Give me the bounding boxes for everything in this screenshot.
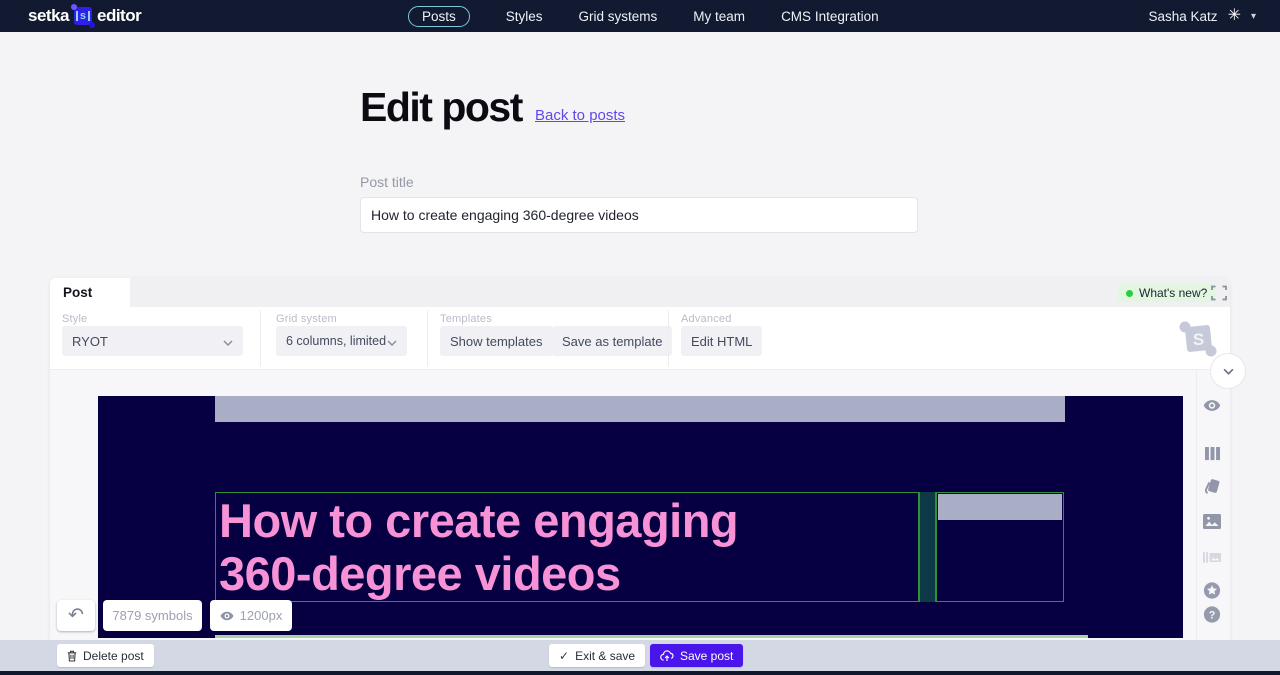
green-dot-icon: [1126, 290, 1133, 297]
gear-icon[interactable]: ✳: [1228, 8, 1241, 24]
exit-and-save-label: Exit & save: [575, 649, 635, 663]
whats-new-label: What's new?: [1139, 286, 1207, 300]
exit-and-save-button[interactable]: ✓ Exit & save: [549, 644, 645, 667]
toolbar-divider: [260, 310, 261, 366]
editor-panel: Post What's new? Style RYOT Grid system …: [50, 278, 1230, 640]
nav-item-my-team[interactable]: My team: [693, 9, 745, 24]
footer-bar: Delete post ✓ Exit & save Save post: [0, 640, 1280, 671]
chevron-down-icon: [387, 334, 397, 349]
columns-grid-icon[interactable]: [1203, 444, 1221, 462]
fullscreen-icon[interactable]: [1211, 285, 1227, 301]
style-dropdown-value: RYOT: [72, 334, 108, 349]
toolbar-divider: [668, 310, 669, 366]
sidebar-divider: [1196, 370, 1197, 640]
chevron-down-icon[interactable]: ▾: [1251, 11, 1256, 22]
grid-section-label: Grid system: [276, 313, 337, 325]
toolbar-divider: [427, 310, 428, 366]
svg-text:?: ?: [1209, 609, 1216, 621]
canvas-column-gutter[interactable]: [919, 492, 936, 602]
tab-post[interactable]: Post: [50, 278, 130, 307]
logo-letter: s: [80, 11, 86, 22]
setka-editor-logo[interactable]: setka s editor: [28, 0, 141, 32]
main-nav: Posts Styles Grid systems My team CMS In…: [408, 0, 879, 32]
editor-workspace: How to create engaging 360-degree videos…: [50, 370, 1230, 640]
undo-icon: ↶: [68, 604, 84, 627]
style-section-label: Style: [62, 313, 87, 325]
delete-post-button[interactable]: Delete post: [57, 644, 154, 667]
symbols-count-badge: 7879 symbols: [103, 600, 202, 631]
canvas-side-block[interactable]: [936, 492, 1064, 602]
nav-item-cms-integration[interactable]: CMS Integration: [781, 9, 879, 24]
viewport-width-badge: 1200px: [210, 600, 292, 631]
canvas-side-placeholder-bar[interactable]: [938, 494, 1062, 520]
star-icon[interactable]: [1203, 581, 1221, 599]
viewport-width-text: 1200px: [240, 608, 283, 623]
grid-system-value: 6 columns, limited: [286, 334, 386, 348]
help-icon[interactable]: ?: [1203, 605, 1221, 623]
collapse-toolbar-button[interactable]: [1210, 353, 1246, 389]
eye-icon: [220, 611, 234, 621]
style-dropdown[interactable]: RYOT: [62, 326, 243, 356]
logo-bar-left: [76, 11, 78, 21]
canvas-heading-line1: How to create engaging: [216, 493, 918, 547]
save-post-label: Save post: [680, 649, 733, 663]
logo-dot-bottom: [89, 22, 95, 28]
top-nav-bar: setka s editor Posts Styles Grid systems…: [0, 0, 1280, 32]
color-swatches-icon[interactable]: [1203, 477, 1221, 495]
layout-image-icon[interactable]: [1203, 548, 1221, 566]
logo-dot-top: [71, 4, 77, 10]
trash-icon: [67, 650, 77, 662]
delete-post-label: Delete post: [83, 649, 144, 663]
upload-cloud-icon: [660, 650, 674, 662]
edit-html-button[interactable]: Edit HTML: [681, 326, 762, 356]
canvas-heading-block[interactable]: How to create engaging 360-degree videos: [215, 492, 919, 602]
post-title-label: Post title: [360, 174, 414, 190]
nav-item-posts[interactable]: Posts: [408, 6, 470, 27]
grid-system-dropdown[interactable]: 6 columns, limited: [276, 326, 407, 356]
setka-logo-icon: s: [74, 7, 92, 25]
svg-text:S: S: [1193, 330, 1204, 349]
logo-text-editor: editor: [97, 6, 141, 26]
setka-watermark-icon: S: [1178, 318, 1218, 358]
show-templates-button[interactable]: Show templates: [440, 326, 553, 356]
canvas-placeholder-bar[interactable]: [215, 396, 1065, 422]
user-menu[interactable]: Sasha Katz ✳ ▾: [1149, 0, 1256, 32]
preview-eye-icon[interactable]: [1203, 396, 1221, 414]
advanced-section-label: Advanced: [681, 313, 732, 325]
nav-item-grid-systems[interactable]: Grid systems: [579, 9, 658, 24]
check-icon: ✓: [559, 649, 569, 663]
whats-new-button[interactable]: What's new?: [1118, 284, 1215, 302]
chevron-down-icon: [223, 334, 233, 349]
post-title-input[interactable]: [360, 197, 918, 233]
app-root: setka s editor Posts Styles Grid systems…: [0, 0, 1280, 675]
logo-bar-right: [88, 11, 90, 21]
save-as-template-button[interactable]: Save as template: [552, 326, 672, 356]
panel-tab-strip: Post What's new?: [50, 278, 1230, 307]
user-name: Sasha Katz: [1149, 9, 1218, 24]
image-icon[interactable]: [1203, 512, 1221, 530]
page-title: Edit post: [360, 84, 522, 131]
canvas-heading-line2: 360-degree videos: [216, 547, 918, 600]
logo-text-setka: setka: [28, 6, 69, 26]
save-post-button[interactable]: Save post: [650, 644, 743, 667]
bottom-edge-strip: [0, 671, 1280, 675]
back-to-posts-link[interactable]: Back to posts: [535, 107, 625, 124]
symbols-count-text: 7879 symbols: [112, 608, 192, 623]
undo-button[interactable]: ↶: [57, 600, 95, 631]
templates-section-label: Templates: [440, 313, 492, 325]
canvas-bottom-guide: [215, 635, 1088, 638]
nav-item-styles[interactable]: Styles: [506, 9, 543, 24]
